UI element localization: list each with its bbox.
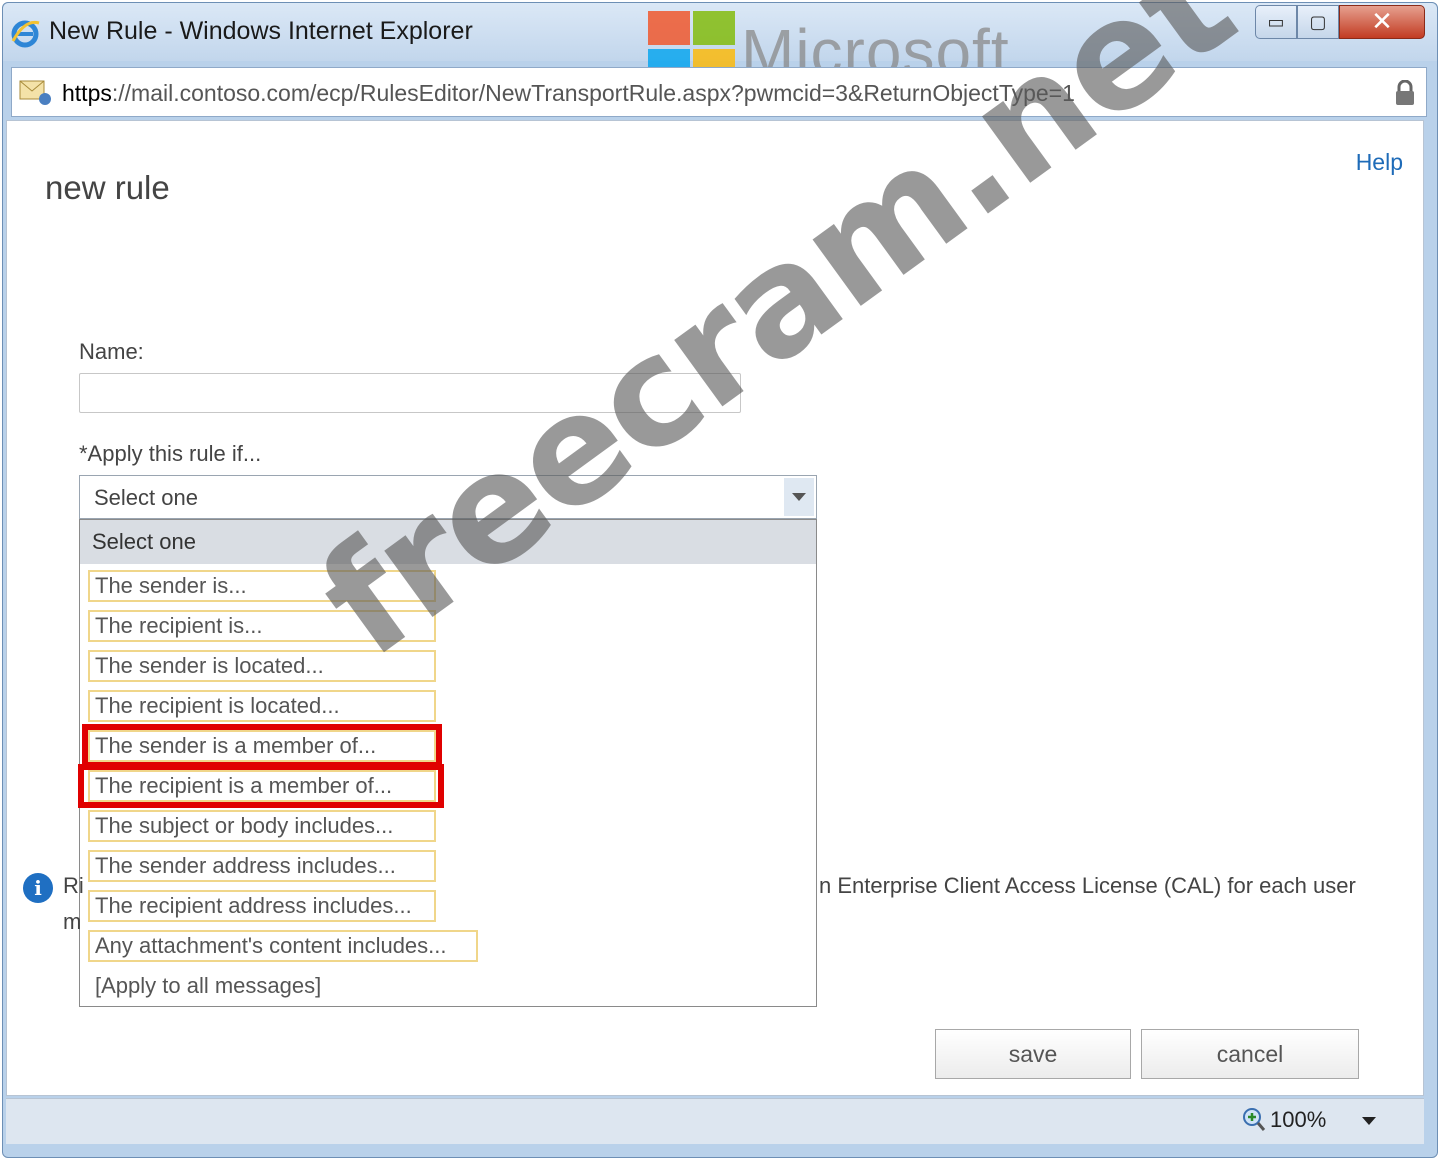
info-text: n Enterprise Client Access License (CAL)… bbox=[819, 873, 1356, 898]
dropdown-option-select-one[interactable]: Select one bbox=[80, 520, 816, 564]
url-path: ://mail.contoso.com/ecp/RulesEditor/NewT… bbox=[111, 80, 1075, 106]
zoom-icon[interactable] bbox=[1242, 1107, 1266, 1133]
chevron-down-icon[interactable] bbox=[784, 478, 814, 516]
select-current-value: Select one bbox=[94, 485, 198, 510]
page-envelope-icon bbox=[19, 80, 51, 105]
name-input[interactable] bbox=[79, 373, 741, 413]
window-title: New Rule - Windows Internet Explorer bbox=[49, 17, 473, 45]
apply-rule-select[interactable]: Select one bbox=[79, 475, 817, 519]
address-bar[interactable]: https://mail.contoso.com/ecp/RulesEditor… bbox=[11, 67, 1427, 117]
url-protocol: https bbox=[62, 80, 112, 106]
chevron-down-icon[interactable] bbox=[1362, 1117, 1376, 1125]
dropdown-option[interactable]: The sender is... bbox=[88, 570, 436, 602]
dropdown-header-label: Select one bbox=[92, 529, 196, 554]
minimize-button[interactable]: ▭ bbox=[1255, 5, 1297, 39]
dropdown-option[interactable]: The recipient is located... bbox=[88, 690, 436, 722]
dropdown-option[interactable]: The subject or body includes... bbox=[88, 810, 436, 842]
dropdown-option[interactable]: The recipient is... bbox=[88, 610, 436, 642]
save-button[interactable]: save bbox=[935, 1029, 1131, 1079]
dropdown-option-apply-all[interactable]: [Apply to all messages] bbox=[88, 970, 436, 1002]
name-label: Name: bbox=[79, 339, 144, 364]
maximize-button[interactable]: ▢ bbox=[1297, 5, 1339, 39]
dropdown-option[interactable]: The recipient is a member of... bbox=[88, 770, 436, 802]
url-text[interactable]: https://mail.contoso.com/ecp/RulesEditor… bbox=[62, 80, 1075, 107]
condition-dropdown: Select one The sender is... The recipien… bbox=[78, 519, 817, 1007]
info-icon: i bbox=[23, 873, 53, 903]
status-bar: 100% bbox=[6, 1098, 1424, 1144]
zoom-level[interactable]: 100% bbox=[1270, 1107, 1326, 1133]
lock-icon[interactable] bbox=[1394, 80, 1416, 106]
dropdown-option[interactable]: The sender address includes... bbox=[88, 850, 436, 882]
window-controls: ▭ ▢ ✕ bbox=[1255, 5, 1425, 39]
dropdown-option[interactable]: The recipient address includes... bbox=[88, 890, 436, 922]
close-button[interactable]: ✕ bbox=[1339, 5, 1425, 39]
apply-rule-label: *Apply this rule if... bbox=[79, 441, 262, 466]
info-text-fragment: Ri bbox=[63, 873, 84, 898]
internet-explorer-icon bbox=[11, 20, 40, 48]
dropdown-option[interactable]: The sender is located... bbox=[88, 650, 436, 682]
page-content: Help new rule Name: *Apply this rule if.… bbox=[6, 120, 1424, 1096]
dropdown-option[interactable]: Any attachment's content includes... bbox=[88, 930, 478, 962]
help-link[interactable]: Help bbox=[1356, 149, 1403, 176]
dropdown-option[interactable]: The sender is a member of... bbox=[88, 730, 436, 762]
info-text-fragment: m bbox=[63, 909, 82, 934]
page-title: new rule bbox=[45, 169, 170, 206]
cancel-button[interactable]: cancel bbox=[1141, 1029, 1359, 1079]
